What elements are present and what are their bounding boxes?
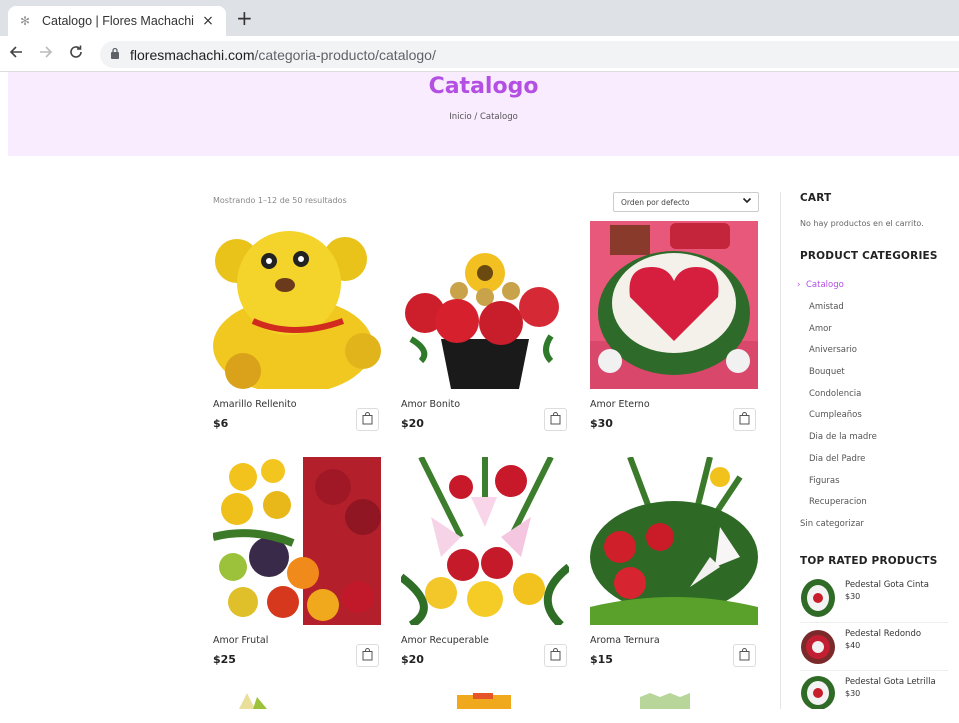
add-to-cart-button[interactable] [544,644,567,667]
product-price: $20 [401,417,424,430]
category-link-catalogo[interactable]: Catalogo [806,280,844,290]
add-to-cart-button[interactable] [733,408,756,431]
top-rated-item[interactable]: Pedestal Gota Letrilla $30 [800,675,948,723]
new-tab-icon[interactable]: + [236,8,253,28]
category-link-bouquet[interactable]: Bouquet [809,367,845,377]
top-rated-thumbnail[interactable] [800,675,836,711]
chevron-right-icon: › [797,280,801,290]
shopping-bag-icon [739,646,750,665]
product-name[interactable]: Amarillo Rellenito [213,399,297,410]
cart-empty-message: No hay productos en el carrito. [800,219,924,228]
sidebar-divider [780,192,781,709]
top-rated-thumbnail[interactable] [800,627,836,664]
product-image-fruit-basket[interactable] [213,457,381,625]
shopping-bag-icon [739,410,750,429]
category-link-aniversario[interactable]: Aniversario [809,345,857,355]
top-rated-price: $30 [845,689,861,698]
forward-arrow-icon[interactable] [38,44,54,65]
shopping-bag-icon [550,410,561,429]
top-rated-name[interactable]: Pedestal Gota Letrilla [845,677,936,687]
browser-toolbar: floresmachachi.com/categoria-producto/ca… [0,36,959,72]
product-price: $6 [213,417,229,430]
breadcrumb[interactable]: Inicio / Catalogo [8,112,959,122]
category-link-recuperacion[interactable]: Recuperacion [809,497,867,507]
product-image-partial[interactable] [401,693,569,709]
category-link-figuras[interactable]: Figuras [809,476,840,486]
product-image-partial[interactable] [590,693,758,709]
shopping-bag-icon [550,646,561,665]
top-rated-price: $40 [845,641,861,650]
category-link-amor[interactable]: Amor [809,324,832,334]
url-host: floresmachachi.com [130,46,255,63]
shopping-bag-icon [362,410,373,429]
product-image-heart-arrangement[interactable] [590,221,758,389]
separator [800,670,948,671]
product-name[interactable]: Amor Eterno [590,399,650,410]
url-path: /categoria-producto/catalogo/ [254,46,436,63]
chevron-down-icon [742,195,752,208]
sort-selected-label: Orden por defecto [621,198,690,207]
product-card[interactable]: Aroma Ternura $15 [590,457,760,667]
category-link-dia-de-la-madre[interactable]: Dia de la madre [809,432,877,442]
browser-tab-bar: ✻ Catalogo | Flores Machachi × + [0,0,959,36]
product-name[interactable]: Amor Frutal [213,635,268,646]
product-price: $25 [213,653,236,666]
top-rated-price: $30 [845,592,861,601]
shopping-bag-icon [362,646,373,665]
categories-heading: PRODUCT CATEGORIES [800,250,938,262]
top-rated-heading: TOP RATED PRODUCTS [800,555,938,567]
add-to-cart-button[interactable] [733,644,756,667]
top-rated-item[interactable]: Pedestal Redondo $40 [800,627,948,675]
product-card[interactable]: Amarillo Rellenito $6 [213,221,383,431]
product-image-partial[interactable] [213,693,381,709]
product-image-roses-sunflower[interactable] [401,221,569,389]
cart-heading: CART [800,192,832,204]
category-link-sin-categorizar[interactable]: Sin categorizar [800,519,864,529]
tab-title: Catalogo | Flores Machachi [42,14,194,28]
product-name[interactable]: Aroma Ternura [590,635,660,646]
product-card[interactable]: Amor Recuperable $20 [401,457,571,667]
product-name[interactable]: Amor Bonito [401,399,460,410]
product-price: $15 [590,653,613,666]
back-arrow-icon[interactable] [8,44,24,65]
top-rated-name[interactable]: Pedestal Redondo [845,629,921,639]
page-title: Catalogo [428,74,539,99]
category-link-cumpleanos[interactable]: Cumpleaños [809,410,862,420]
browser-tab[interactable]: ✻ Catalogo | Flores Machachi × [8,6,226,36]
product-card[interactable]: Amor Frutal $25 [213,457,383,667]
top-rated-item[interactable]: Pedestal Gota Cinta $30 [800,578,948,626]
product-image-roses-lilies[interactable] [590,457,758,625]
product-price: $20 [401,653,424,666]
product-card[interactable]: Amor Bonito $20 [401,221,571,431]
add-to-cart-button[interactable] [356,408,379,431]
close-tab-icon[interactable]: × [200,13,216,29]
category-link-condolencia[interactable]: Condolencia [809,389,861,399]
product-card[interactable]: Amor Eterno $30 [590,221,760,431]
product-price: $30 [590,417,613,430]
sort-select[interactable]: Orden por defecto [613,192,759,212]
site-favicon-icon: ✻ [19,14,31,28]
address-bar[interactable]: floresmachachi.com/categoria-producto/ca… [100,41,959,68]
reload-icon[interactable] [68,44,84,65]
product-image-lily-sunflower[interactable] [401,457,569,625]
top-rated-name[interactable]: Pedestal Gota Cinta [845,580,929,590]
add-to-cart-button[interactable] [544,408,567,431]
separator [800,622,948,623]
product-image-teddy-bear[interactable] [213,221,381,389]
add-to-cart-button[interactable] [356,644,379,667]
page-hero: Catalogo Inicio / Catalogo [8,72,959,156]
product-name[interactable]: Amor Recuperable [401,635,489,646]
category-link-amistad[interactable]: Amistad [809,302,844,312]
category-link-dia-del-padre[interactable]: Dia del Padre [809,454,865,464]
lock-icon [110,47,120,62]
result-count: Mostrando 1–12 de 50 resultados [213,196,347,205]
top-rated-thumbnail[interactable] [800,578,836,617]
